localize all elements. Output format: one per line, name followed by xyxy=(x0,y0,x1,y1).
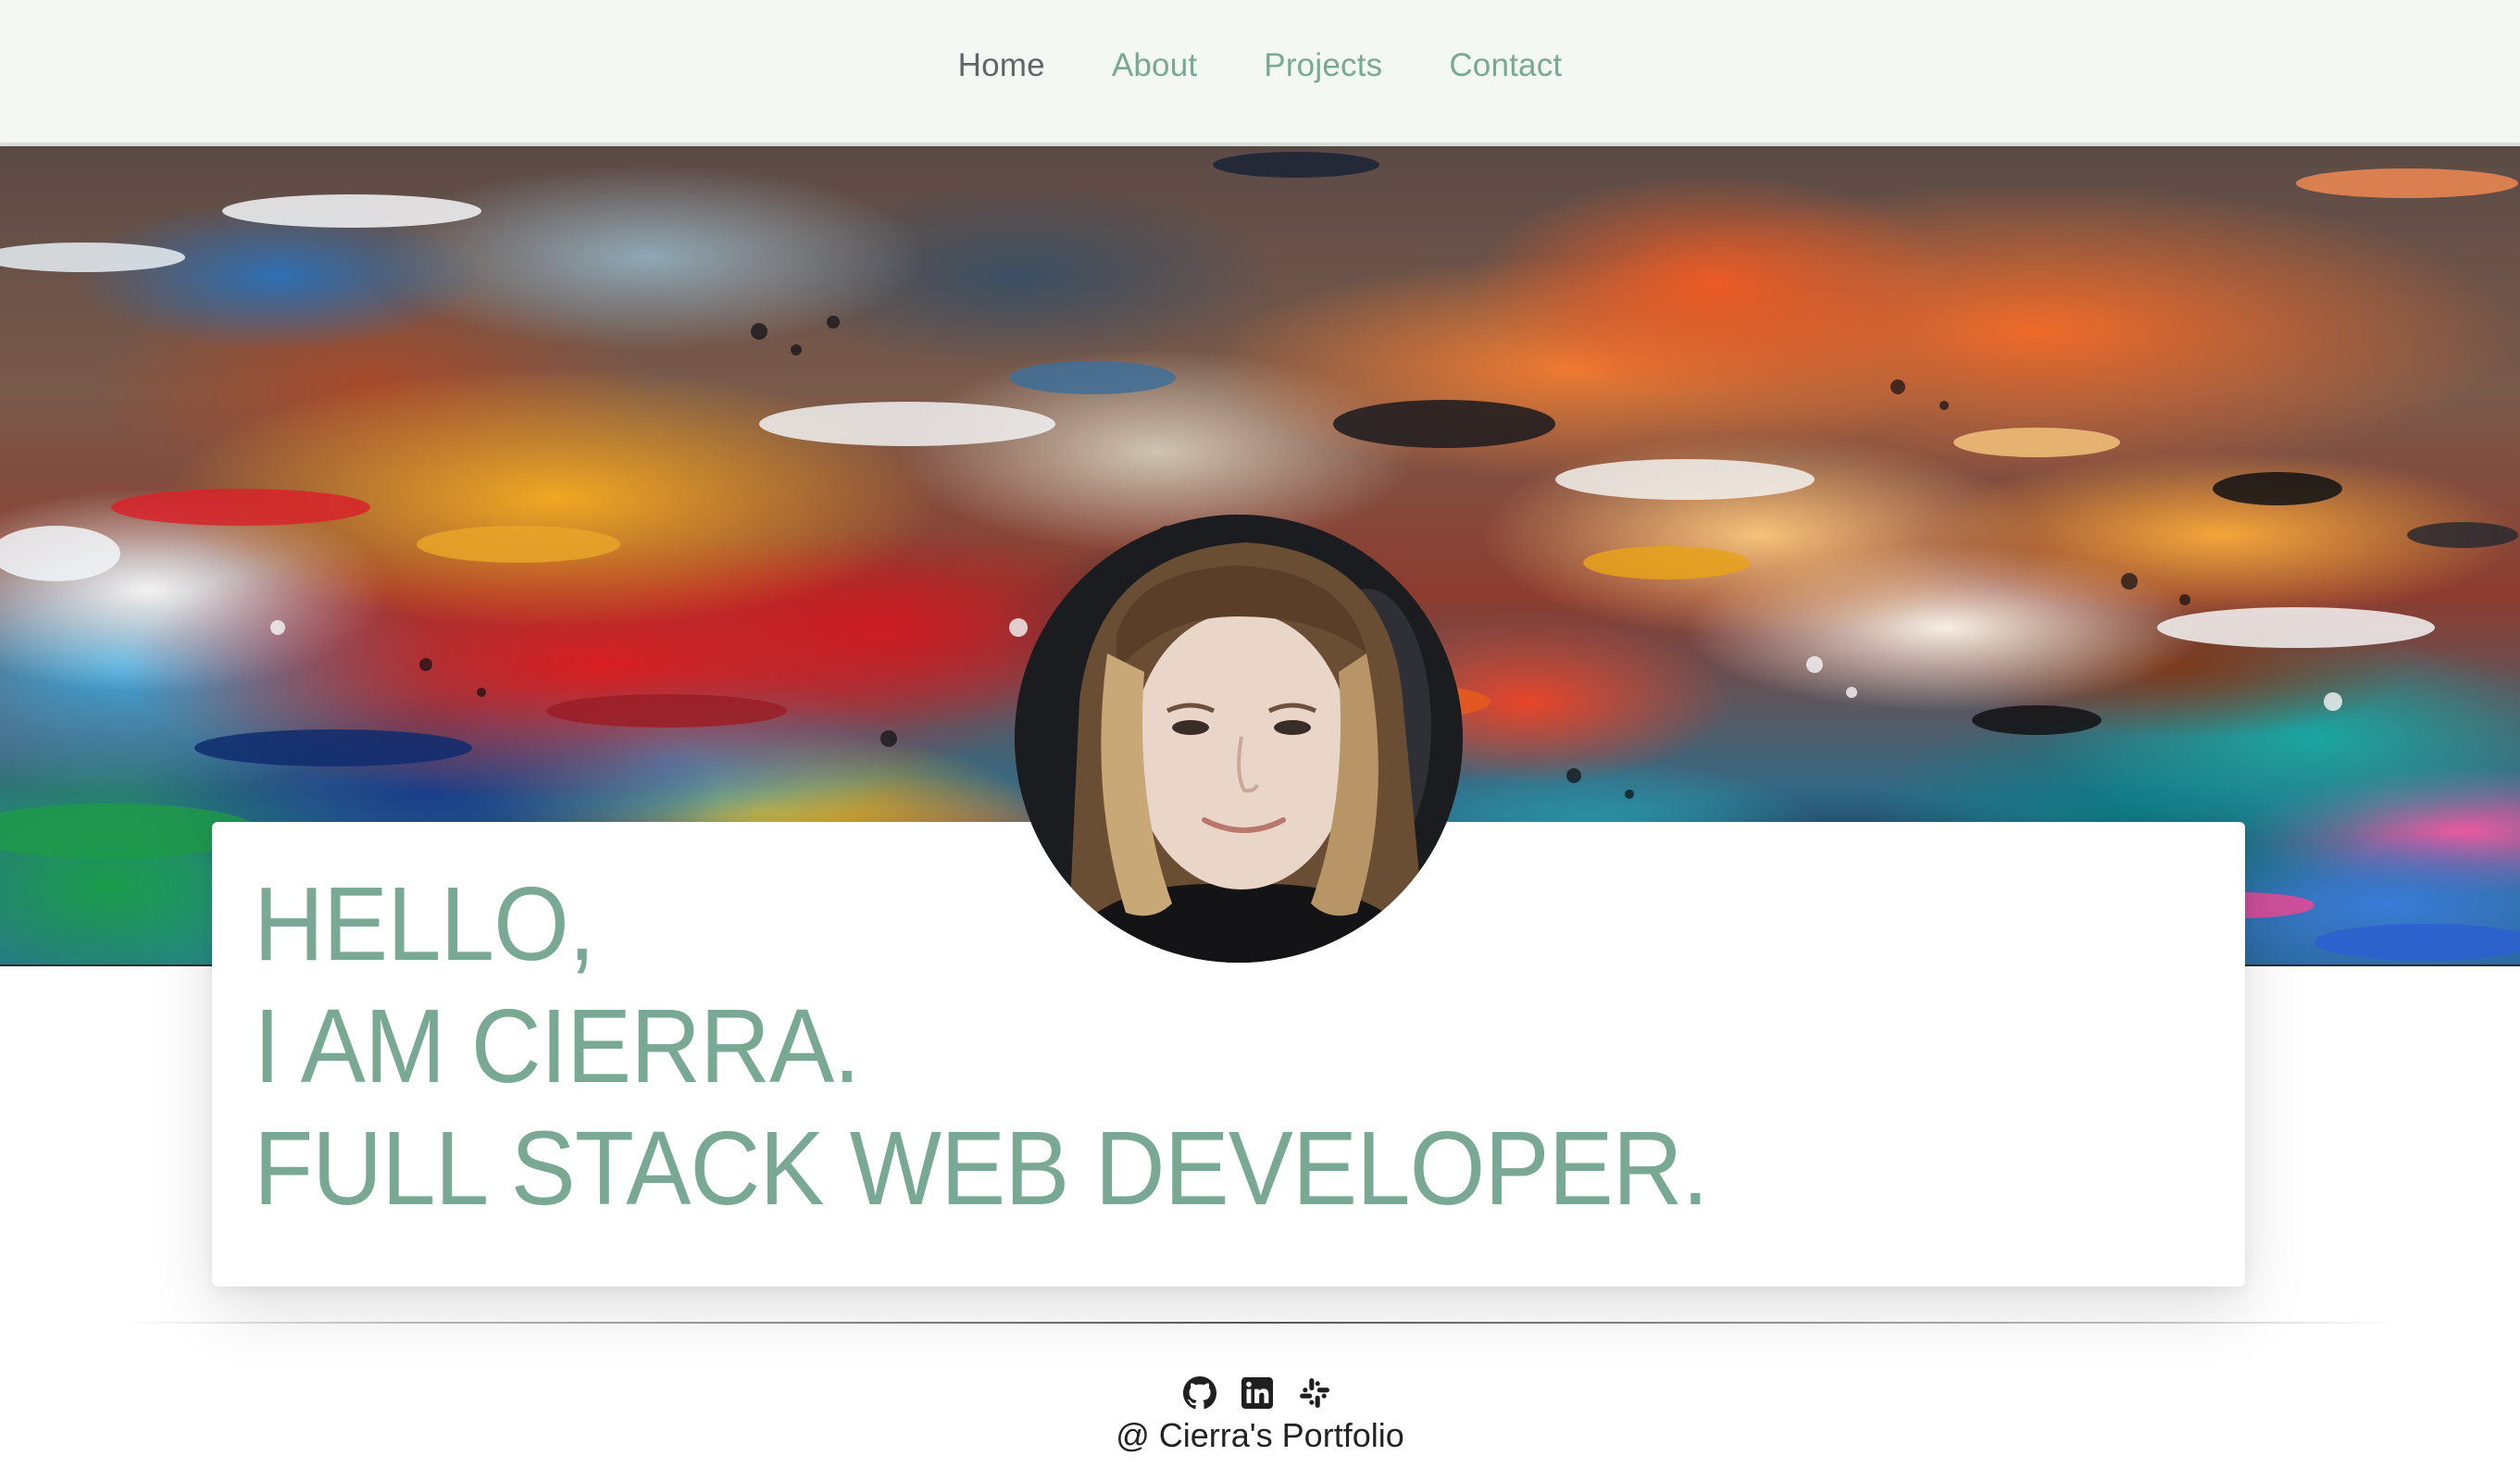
profile-avatar xyxy=(1015,515,1463,963)
nav-projects-link[interactable]: Projects xyxy=(1264,47,1382,84)
headline-line-2: I AM CIERRA. xyxy=(254,988,860,1104)
hero-headline: HELLO, I AM CIERRA. FULL STACK WEB DEVEL… xyxy=(254,863,1709,1229)
top-navbar: Home About Projects Contact xyxy=(0,0,2520,146)
headline-line-3: FULL STACK WEB DEVELOPER. xyxy=(254,1110,1709,1226)
nav-list: Home About Projects Contact xyxy=(958,47,1563,84)
nav-about-link[interactable]: About xyxy=(1112,47,1197,84)
slack-icon[interactable] xyxy=(1297,1375,1332,1411)
headline-line-1: HELLO, xyxy=(254,865,595,982)
linkedin-icon[interactable] xyxy=(1240,1375,1275,1411)
footer-divider xyxy=(120,1322,2400,1324)
github-icon[interactable] xyxy=(1182,1375,1217,1411)
social-links xyxy=(0,1375,2517,1411)
nav-contact-link[interactable]: Contact xyxy=(1449,47,1562,84)
profile-photo xyxy=(1015,515,1463,963)
nav-home-link[interactable]: Home xyxy=(958,47,1045,84)
footer-copyright: @ Cierra's Portfolio xyxy=(1116,1416,1404,1454)
